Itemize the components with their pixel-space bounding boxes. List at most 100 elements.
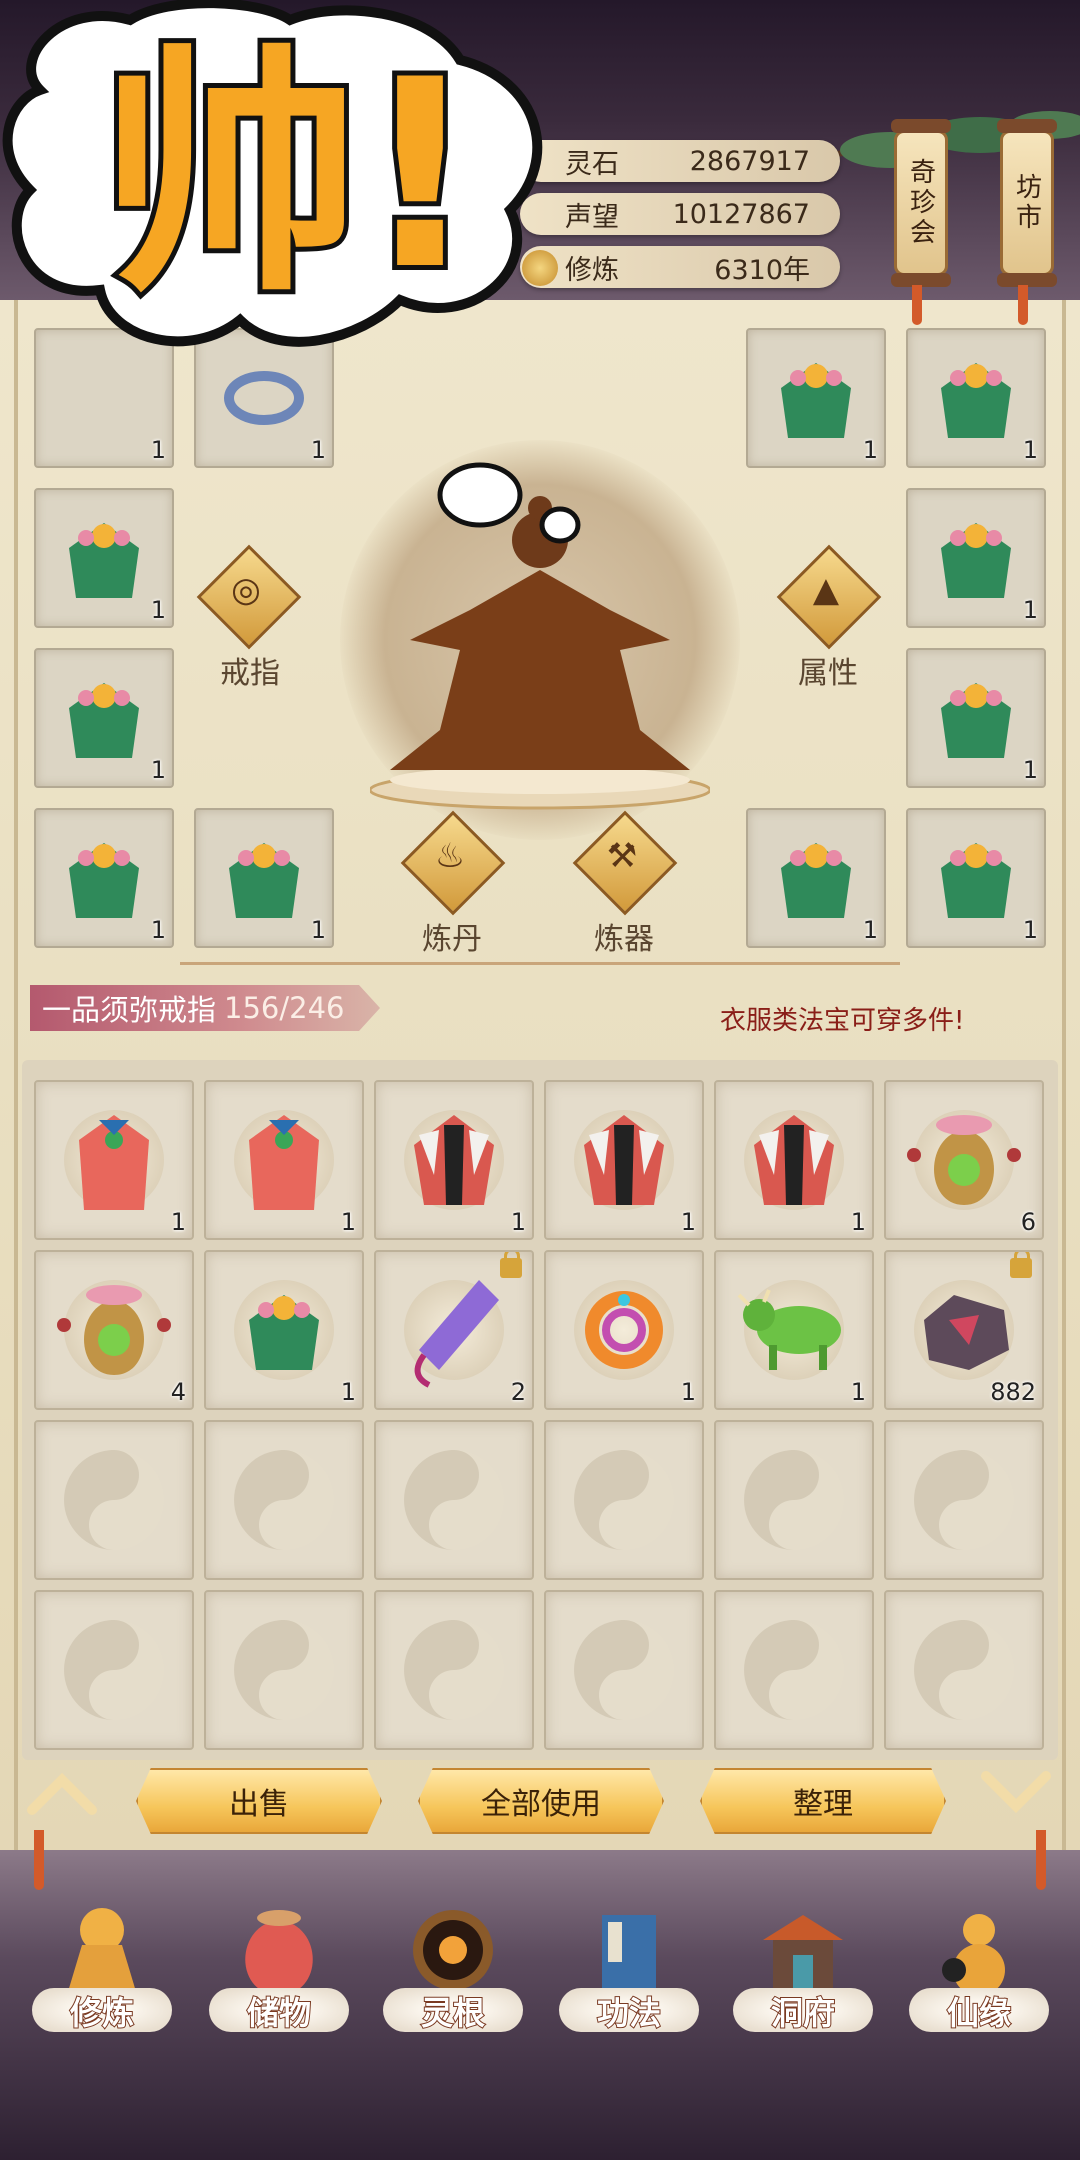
equip-slot[interactable]: 1	[746, 808, 886, 948]
empty-inventory-slot[interactable]	[884, 1420, 1044, 1580]
empty-inventory-slot[interactable]	[204, 1590, 364, 1750]
cauldron-icon: ♨	[434, 836, 466, 876]
item-count: 882	[990, 1378, 1036, 1406]
tassel-icon	[1018, 285, 1028, 325]
leaf-robe-icon	[941, 683, 1011, 758]
empty-inventory-slot[interactable]	[714, 1420, 874, 1580]
cultivation-value: 6310年	[714, 254, 810, 286]
spirit-pouch-icon	[57, 1285, 171, 1375]
inventory-slot[interactable]: 4	[34, 1250, 194, 1410]
item-count: 1	[340, 1378, 356, 1406]
straw-hat-icon: ▲	[812, 570, 840, 610]
equip-slot[interactable]: 1	[906, 808, 1046, 948]
spirit-stone-value: 2867917	[689, 145, 810, 177]
nav-label: 修炼	[69, 1993, 135, 2033]
use-all-button[interactable]: 全部使用	[418, 1768, 664, 1834]
treasure-auction-button[interactable]: 奇珍会	[891, 119, 951, 287]
cave-palace-icon	[763, 1915, 843, 1990]
yin-yang-icon	[574, 1620, 674, 1720]
item-count: 1	[1022, 756, 1038, 784]
nav-item-spirit-root[interactable]: 灵根	[378, 1900, 528, 2060]
inventory-slot[interactable]: 1	[204, 1250, 364, 1410]
market-label: 坊市	[1011, 173, 1042, 233]
inventory-slot[interactable]: 1	[544, 1080, 704, 1240]
anvil-icon: ⚒	[606, 836, 638, 876]
item-count: 1	[1022, 596, 1038, 624]
empty-inventory-slot[interactable]	[544, 1590, 704, 1750]
tassel-icon	[1036, 1830, 1046, 1890]
leaf-robe-icon	[781, 843, 851, 918]
yin-yang-icon	[234, 1450, 334, 1550]
empty-inventory-slot[interactable]	[34, 1420, 194, 1580]
item-count: 1	[862, 436, 878, 464]
reputation-counter: 声望 10127867	[520, 193, 840, 235]
equip-slot[interactable]: 1	[746, 328, 886, 468]
clothing-notice: 衣服类法宝可穿多件!	[720, 1006, 965, 1036]
empty-inventory-slot[interactable]	[34, 1590, 194, 1750]
equip-slot[interactable]: 1	[34, 648, 174, 788]
nav-label: 储物	[246, 1993, 312, 2033]
equip-slot[interactable]: 1	[34, 808, 174, 948]
empty-inventory-slot[interactable]	[374, 1590, 534, 1750]
page-up-arrow-icon[interactable]	[26, 1770, 98, 1816]
spirit-pouch-icon	[907, 1115, 1021, 1205]
item-count: 1	[310, 916, 326, 944]
item-count: 1	[510, 1208, 526, 1236]
leaf-robe-icon	[941, 363, 1011, 438]
nav-item-cultivate[interactable]: 修炼	[27, 1900, 177, 2060]
item-count: 1	[150, 916, 166, 944]
empty-inventory-slot[interactable]	[374, 1420, 534, 1580]
equip-slot[interactable]: 1	[906, 648, 1046, 788]
yin-yang-icon	[574, 1450, 674, 1550]
leaf-robe-icon	[941, 523, 1011, 598]
green-ox-icon	[737, 1289, 841, 1370]
sort-button[interactable]: 整理	[700, 1768, 946, 1834]
empty-inventory-slot[interactable]	[544, 1420, 704, 1580]
gourd-icon	[942, 1914, 1005, 1996]
equip-slot[interactable]: 1	[34, 488, 174, 628]
alchemy-button[interactable]: ♨	[400, 810, 506, 922]
ring-label: 戒指	[220, 656, 280, 691]
market-button[interactable]: 坊市	[997, 119, 1057, 287]
forging-button[interactable]: ⚒	[572, 810, 678, 922]
yin-yang-icon	[744, 1620, 844, 1720]
nav-label: 功法	[596, 1993, 662, 2033]
item-count: 1	[340, 1208, 356, 1236]
inventory-slot[interactable]: 6	[884, 1080, 1044, 1240]
empty-inventory-slot[interactable]	[714, 1590, 874, 1750]
page-down-arrow-icon[interactable]	[980, 1770, 1052, 1816]
forging-label: 炼器	[594, 922, 654, 957]
cultivation-counter: 修炼 6310年	[520, 246, 840, 288]
attributes-label: 属性	[798, 656, 858, 691]
inventory-slot[interactable]: 1	[374, 1080, 534, 1240]
nav-item-cave[interactable]: 洞府	[728, 1900, 878, 2060]
red-white-robe-icon	[414, 1115, 494, 1205]
inventory-slot[interactable]: 1	[544, 1250, 704, 1410]
sell-button[interactable]: 出售	[136, 1768, 382, 1834]
yin-yang-icon	[744, 1450, 844, 1550]
equip-slot[interactable]: 1	[906, 328, 1046, 468]
ring-icon: ◎	[231, 570, 261, 610]
equip-slot[interactable]: 1	[194, 808, 334, 948]
equip-slot[interactable]: 1	[906, 488, 1046, 628]
item-count: 1	[850, 1378, 866, 1406]
nav-label: 仙缘	[946, 1993, 1012, 2033]
nav-item-techniques[interactable]: 功法	[554, 1900, 704, 2060]
nav-item-fate[interactable]: 仙缘	[904, 1900, 1054, 2060]
empty-inventory-slot[interactable]	[884, 1590, 1044, 1750]
inventory-slot[interactable]: 1	[714, 1080, 874, 1240]
nav-item-storage[interactable]: 储物	[204, 1900, 354, 2060]
empty-inventory-slot[interactable]	[204, 1420, 364, 1580]
inventory-slot[interactable]: 2	[374, 1250, 534, 1410]
red-robe-icon	[249, 1115, 319, 1210]
leaf-robe-icon	[781, 363, 851, 438]
inventory-slot[interactable]: 1	[34, 1080, 194, 1240]
inventory-slot[interactable]: 1	[204, 1080, 364, 1240]
ring-button[interactable]: ◎	[196, 544, 302, 656]
attributes-button[interactable]: ▲	[776, 544, 882, 656]
inventory-slot[interactable]: 882	[884, 1250, 1044, 1410]
spirit-root-icon	[413, 1910, 493, 1990]
yin-yang-icon	[64, 1620, 164, 1720]
item-count: 1	[862, 916, 878, 944]
inventory-slot[interactable]: 1	[714, 1250, 874, 1410]
